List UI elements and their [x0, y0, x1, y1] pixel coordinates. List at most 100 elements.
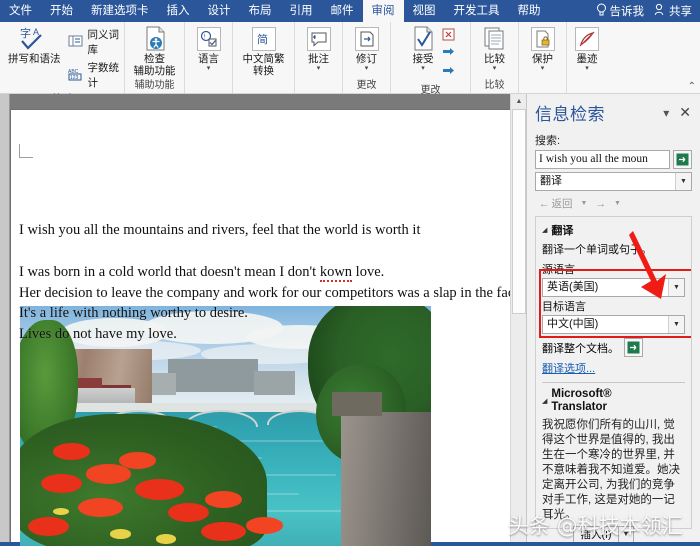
- tab-home[interactable]: 开始: [41, 0, 82, 22]
- research-pane-header: 信息检索 ▾ ✕: [527, 94, 700, 127]
- doc-line-1: I wish you all the mountains and rivers,…: [19, 222, 421, 238]
- thesaurus-button[interactable]: 同义词库: [68, 27, 120, 57]
- tell-me-button[interactable]: 告诉我: [590, 3, 651, 19]
- svg-text:!: !: [203, 35, 205, 41]
- ribbon-group-proofing: 字 A 拼写和语法 同义词库 ABC 123 字数统计: [0, 22, 125, 105]
- tab-view[interactable]: 视图: [404, 0, 445, 22]
- accept-button[interactable]: 接受 ▾: [405, 24, 441, 73]
- compare-label: 比较: [484, 53, 505, 65]
- person-icon: [654, 3, 666, 19]
- image-flower: [118, 452, 156, 470]
- doc-misspelled-word: kown: [319, 264, 353, 282]
- accessibility-check-icon: [142, 25, 168, 53]
- tab-design[interactable]: 设计: [199, 0, 240, 22]
- check-accessibility-button[interactable]: 检查 辅助功能: [129, 24, 181, 78]
- scrollbar-thumb[interactable]: [512, 109, 526, 314]
- close-icon[interactable]: ✕: [676, 104, 694, 121]
- chevron-down-icon[interactable]: ▼: [668, 316, 684, 333]
- scroll-up-icon[interactable]: ▲: [511, 94, 527, 109]
- tab-help[interactable]: 帮助: [509, 0, 550, 22]
- chinese-conversion-group-body: 简 中文简繁 转换: [238, 24, 290, 79]
- forward-dropdown-icon[interactable]: ▼: [612, 200, 623, 207]
- tab-new-tab[interactable]: 新建选项卡: [82, 0, 158, 22]
- red-annotation-arrow-icon: [629, 231, 666, 299]
- compare-caret-icon[interactable]: ▾: [493, 65, 497, 72]
- research-forward-button[interactable]: →: [592, 197, 611, 211]
- image-kiosk: [332, 392, 382, 417]
- back-arrow-icon: ←: [539, 197, 550, 210]
- chevron-down-icon[interactable]: ▾: [660, 106, 672, 120]
- tab-developer[interactable]: 开发工具: [445, 0, 509, 22]
- accept-label: 接受: [412, 53, 434, 65]
- tab-layout[interactable]: 布局: [240, 0, 281, 22]
- next-change-button[interactable]: [441, 66, 456, 84]
- image-flower: [167, 502, 210, 522]
- tab-references[interactable]: 引用: [281, 0, 322, 22]
- track-changes-caret-icon[interactable]: ▾: [365, 65, 369, 72]
- comment-button[interactable]: 批注 ▾: [302, 24, 336, 73]
- chinese-conversion-group-label: [236, 79, 291, 93]
- proofing-group-body: 字 A 拼写和语法 同义词库 ABC 123 字数统计: [3, 24, 121, 93]
- comments-group-label: [298, 79, 339, 93]
- tracking-group-body: 修订 ▾: [350, 24, 384, 79]
- collapse-triangle-icon: ◢: [542, 398, 548, 405]
- svg-text:123: 123: [70, 75, 79, 81]
- svg-text:简: 简: [257, 32, 268, 46]
- chevron-down-icon[interactable]: ▼: [675, 173, 691, 190]
- ribbon-tab-bar: 文件 开始 新建选项卡 插入 设计 布局 引用 邮件 审阅 视图 开发工具 帮助…: [0, 0, 700, 22]
- protect-button[interactable]: 保护 ▾: [526, 24, 560, 73]
- image-flower: [52, 442, 90, 460]
- chinese-conversion-iconbox: 简: [251, 27, 276, 51]
- document-overlay-text[interactable]: It's a life with nothing worthy to desir…: [19, 303, 513, 345]
- compare-group-label: 比较: [484, 80, 505, 91]
- reject-button[interactable]: [441, 28, 456, 46]
- ink-label: 墨迹: [576, 53, 598, 65]
- language-group-label: [188, 79, 229, 93]
- word-count-button[interactable]: ABC 123 字数统计: [68, 60, 120, 90]
- accessibility-group-label: 辅助功能: [134, 80, 175, 91]
- tab-insert[interactable]: 插入: [158, 0, 199, 22]
- share-button[interactable]: 共享: [650, 3, 700, 19]
- back-dropdown-icon[interactable]: ▼: [579, 200, 590, 207]
- target-language-select[interactable]: 中文(中国) ▼: [542, 315, 685, 334]
- accept-caret-icon[interactable]: ▾: [421, 65, 425, 72]
- document-page[interactable]: I wish you all the mountains and rivers,…: [11, 110, 515, 546]
- translator-brand-line2: Translator: [551, 401, 607, 413]
- word-count-label: 字数统计: [87, 62, 120, 89]
- previous-change-button[interactable]: [441, 47, 456, 65]
- tab-mailings[interactable]: 邮件: [322, 0, 363, 22]
- spelling-grammar-label: 拼写和语法: [8, 53, 61, 65]
- compare-button[interactable]: 比较 ▾: [477, 24, 513, 73]
- search-input[interactable]: I wish you all the moun: [535, 150, 670, 169]
- image-far-building: [254, 370, 296, 395]
- tab-file[interactable]: 文件: [0, 0, 41, 22]
- ink-button[interactable]: 墨迹 ▾: [570, 24, 604, 73]
- translation-result-text: 我祝愿你们所有的山川, 觉得这个世界是值得的, 我出生在一个寒冷的世界里, 并不…: [542, 419, 680, 521]
- tracking-group-label: 更改: [356, 80, 377, 91]
- translate-document-go-icon[interactable]: [624, 338, 643, 357]
- research-service-select[interactable]: 翻译 ▼: [535, 172, 692, 191]
- track-changes-icon: [354, 25, 379, 53]
- ribbon-group-accessibility: 检查 辅助功能 辅助功能: [125, 22, 185, 93]
- language-caret-icon[interactable]: ▾: [207, 65, 211, 72]
- document-text[interactable]: I wish you all the mountains and rivers,…: [19, 220, 515, 304]
- spelling-grammar-button[interactable]: 字 A 拼写和语法: [3, 24, 66, 66]
- track-changes-button[interactable]: 修订 ▾: [350, 24, 384, 73]
- protect-caret-icon[interactable]: ▾: [541, 65, 545, 72]
- research-pane-title: 信息检索: [535, 105, 605, 124]
- translator-brand-header[interactable]: ◢ Microsoft® Translator: [542, 388, 685, 414]
- chinese-conversion-button[interactable]: 简 中文简繁 转换: [238, 24, 290, 78]
- translation-options-link[interactable]: 翻译选项...: [542, 360, 685, 376]
- research-back-button[interactable]: ← 返回: [535, 195, 577, 212]
- language-button[interactable]: ! 语言 ▾: [192, 24, 226, 73]
- collapse-ribbon-icon[interactable]: ⌃: [688, 81, 696, 92]
- collapse-triangle-icon: ◢: [542, 227, 548, 234]
- go-arrow-icon[interactable]: [673, 150, 692, 169]
- tab-review[interactable]: 审阅: [362, 0, 404, 22]
- ink-caret-icon[interactable]: ▾: [585, 65, 589, 72]
- image-stone-wall: [340, 411, 431, 546]
- thesaurus-label: 同义词库: [87, 29, 120, 56]
- accept-icon: [410, 25, 436, 53]
- doc-line-2-b: love.: [352, 264, 385, 280]
- comment-caret-icon[interactable]: ▾: [317, 65, 321, 72]
